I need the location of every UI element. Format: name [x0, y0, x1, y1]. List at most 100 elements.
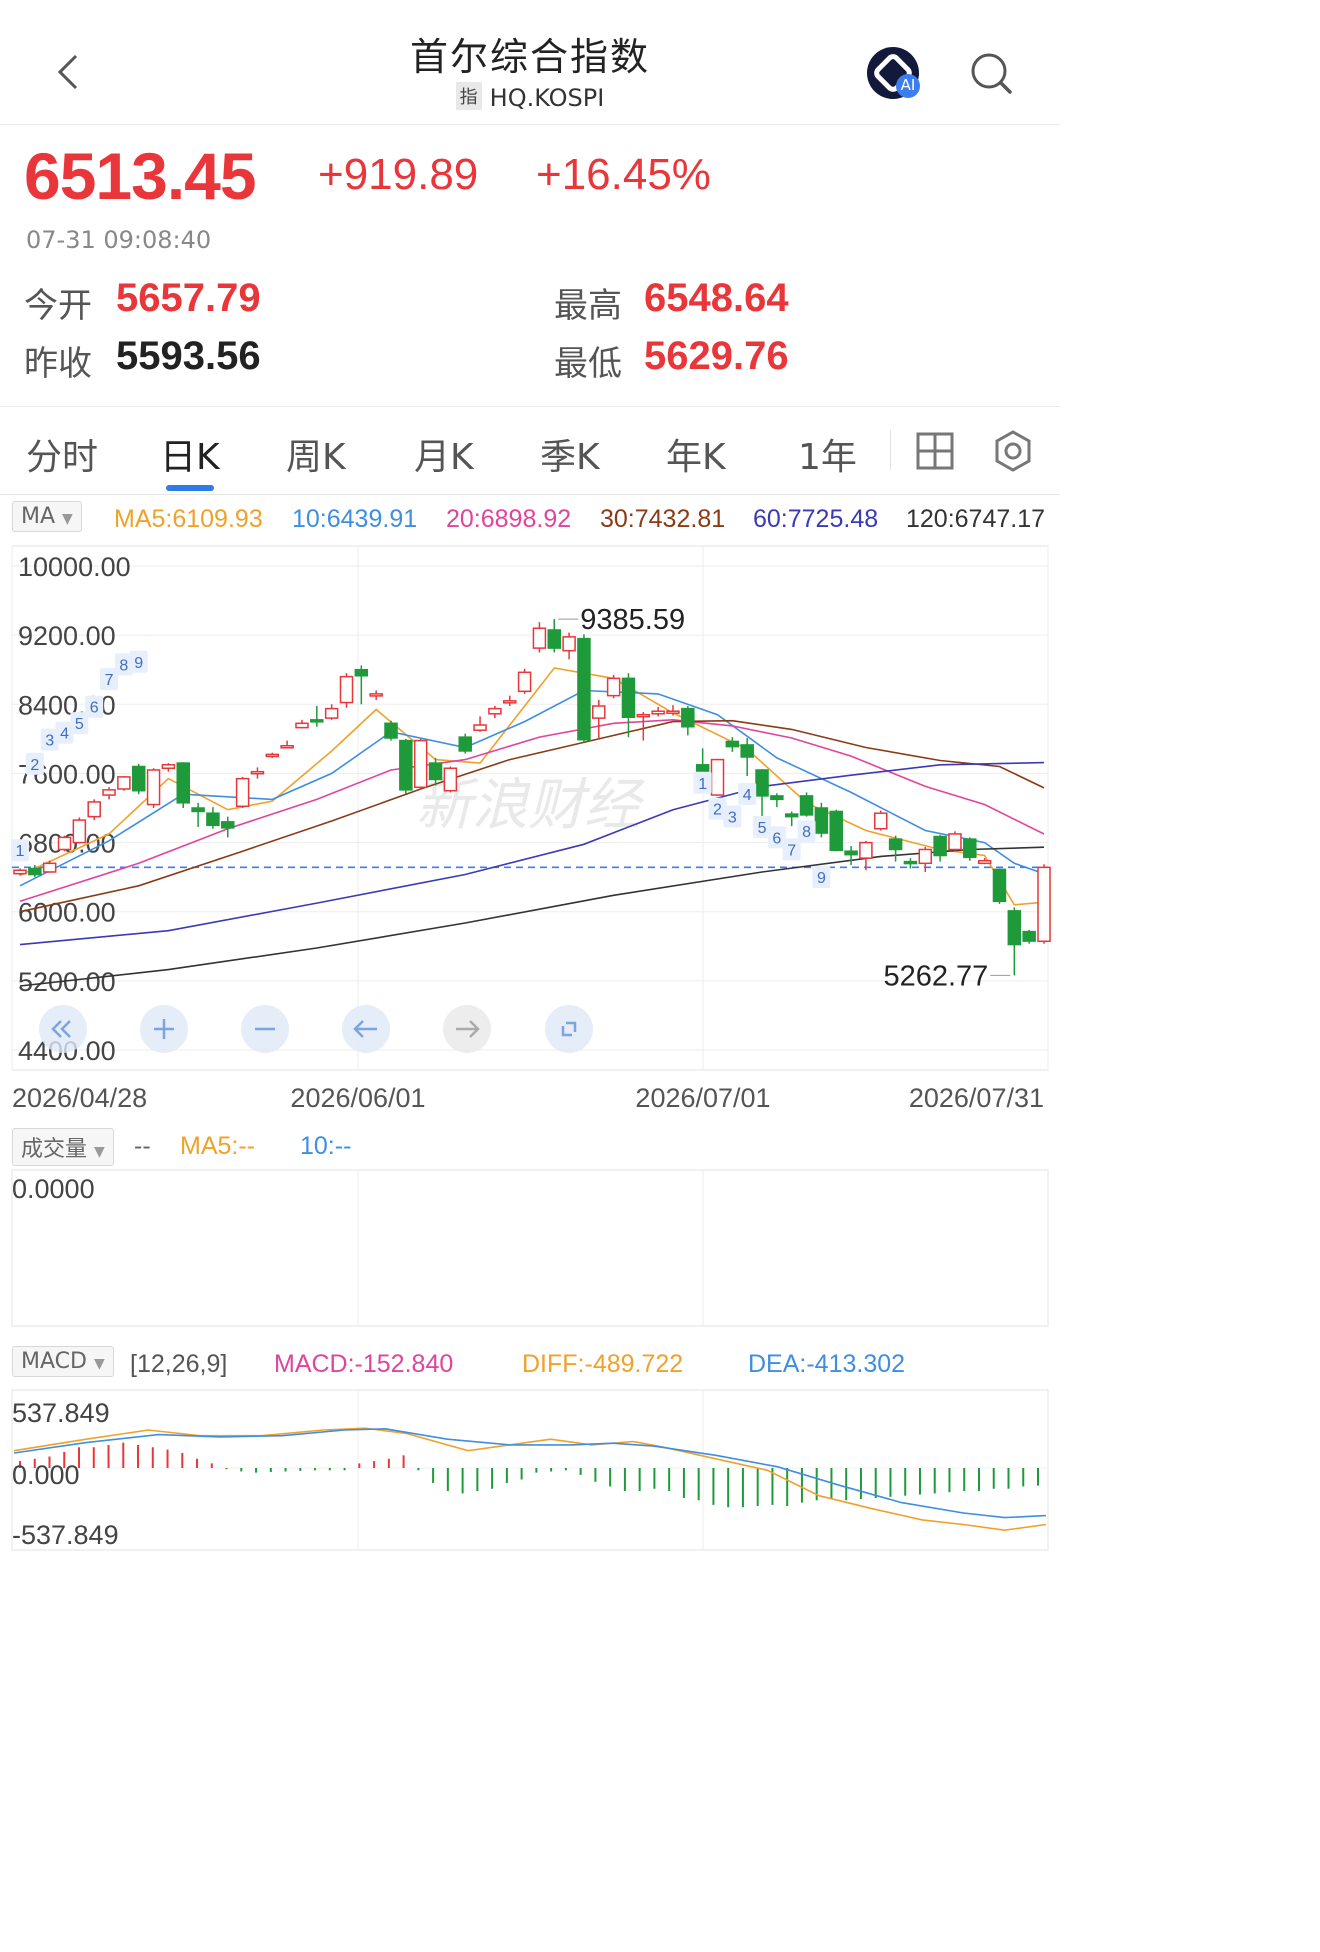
volume-value: -- — [134, 1132, 151, 1160]
candle-body — [799, 795, 814, 816]
candle-body — [933, 835, 947, 857]
x-axis-label: 2026/04/28 — [12, 1083, 147, 1113]
high-label: 最高 — [554, 286, 622, 326]
candle-body — [859, 841, 873, 859]
candle-body — [458, 736, 472, 752]
candle-body — [770, 795, 784, 801]
candle — [532, 622, 547, 653]
candle-body — [250, 770, 265, 775]
candle-body — [87, 801, 101, 818]
td-marker: 7 — [787, 842, 796, 859]
candle-body — [28, 867, 42, 876]
candle — [443, 766, 458, 793]
double-left-icon[interactable] — [38, 1004, 88, 1054]
td-marker: 5 — [758, 820, 767, 837]
tab-monthly-k[interactable]: 月K — [414, 428, 474, 480]
zoom-out-icon[interactable] — [240, 1004, 290, 1054]
td-marker: 4 — [743, 787, 752, 804]
y-axis-label: 9200.00 — [18, 621, 116, 651]
tab-daily-k[interactable]: 日K — [160, 428, 220, 480]
candle-body — [977, 859, 992, 865]
volume-ma5-legend: MA5:-- — [180, 1132, 255, 1160]
volume-selector[interactable]: 成交量 ▼ — [12, 1128, 114, 1166]
ma120-legend: 120:6747.17 — [906, 505, 1046, 533]
price-change: +919.89 — [318, 150, 479, 199]
macd-chart[interactable]: 537.849 0.000 -537.849 — [0, 1384, 1060, 1554]
candle — [948, 831, 962, 852]
td-marker: 2 — [30, 757, 39, 774]
tab-one-year[interactable]: 1年 — [798, 428, 857, 480]
tab-intraday[interactable]: 分时 — [26, 428, 98, 480]
candle — [324, 704, 339, 720]
candle — [859, 840, 873, 871]
candle-body — [592, 705, 606, 719]
candle — [977, 858, 992, 865]
search-icon[interactable] — [968, 50, 1014, 96]
ai-label: AI — [900, 76, 916, 94]
candle — [621, 673, 636, 738]
candle-body — [725, 740, 740, 748]
tab-quarterly-k[interactable]: 季K — [540, 428, 600, 480]
candle — [636, 712, 651, 741]
candle — [577, 634, 591, 743]
candle-body — [354, 668, 369, 677]
tab-weekly-k[interactable]: 周K — [286, 428, 346, 480]
macd-selector-label: MACD — [21, 1349, 87, 1374]
min-price-label: 5262.77 — [883, 960, 988, 992]
y-axis-label: 10000.00 — [18, 552, 131, 582]
volume-chart[interactable]: 0.0000 — [0, 1164, 1060, 1330]
candle-body — [310, 719, 324, 723]
macd-y-label: -537.849 — [12, 1520, 119, 1550]
candle — [1037, 864, 1051, 944]
ai-assistant-button[interactable]: AI — [866, 46, 922, 102]
max-price-label: 9385.59 — [580, 604, 685, 636]
candle-body — [755, 769, 769, 797]
candle-body — [206, 812, 220, 827]
candle-body — [948, 833, 962, 851]
candle — [280, 740, 294, 749]
layout-grid-icon[interactable] — [914, 430, 958, 472]
candle — [1007, 907, 1022, 976]
tab-yearly-k[interactable]: 年K — [666, 428, 726, 480]
candle-body — [681, 707, 695, 728]
candle-body — [235, 777, 250, 808]
candle-body — [621, 677, 636, 719]
candle — [681, 706, 695, 736]
candle — [57, 835, 72, 852]
td-marker: 5 — [75, 716, 84, 733]
prev-close-label: 昨收 — [24, 344, 92, 384]
candle-body — [488, 707, 502, 715]
candle — [829, 809, 843, 852]
macd-y-label: 0.000 — [12, 1460, 80, 1490]
candle-body — [131, 765, 146, 792]
candle — [963, 837, 977, 861]
macd-selector[interactable]: MACD ▼ — [12, 1346, 114, 1377]
settings-icon[interactable] — [990, 428, 1036, 474]
candle — [933, 834, 947, 862]
candle-body — [517, 671, 532, 693]
fullscreen-icon[interactable] — [544, 1004, 594, 1054]
ma-selector[interactable]: MA ▼ — [12, 501, 82, 532]
td-marker: 2 — [713, 802, 722, 819]
ma10-legend: 10:6439.91 — [292, 505, 418, 533]
candle — [369, 690, 383, 700]
candle — [42, 860, 57, 873]
candle — [310, 706, 324, 727]
ma5-legend: MA5:6109.93 — [114, 505, 263, 533]
zoom-in-icon[interactable] — [139, 1004, 189, 1054]
candle — [295, 719, 309, 729]
pan-right-icon[interactable] — [442, 1004, 492, 1054]
candle — [1022, 929, 1036, 944]
low-value: 5629.76 — [644, 334, 789, 378]
candle — [265, 752, 280, 758]
pan-left-icon[interactable] — [341, 1004, 391, 1054]
dea-value-legend: DEA:-413.302 — [748, 1350, 906, 1378]
candle-body — [992, 868, 1007, 903]
candle-body — [42, 862, 57, 873]
candle-body — [13, 869, 27, 875]
candle — [72, 817, 87, 844]
candle-body — [547, 629, 562, 649]
candle — [918, 846, 933, 872]
candle-body — [57, 836, 72, 851]
candle-body — [963, 838, 977, 859]
